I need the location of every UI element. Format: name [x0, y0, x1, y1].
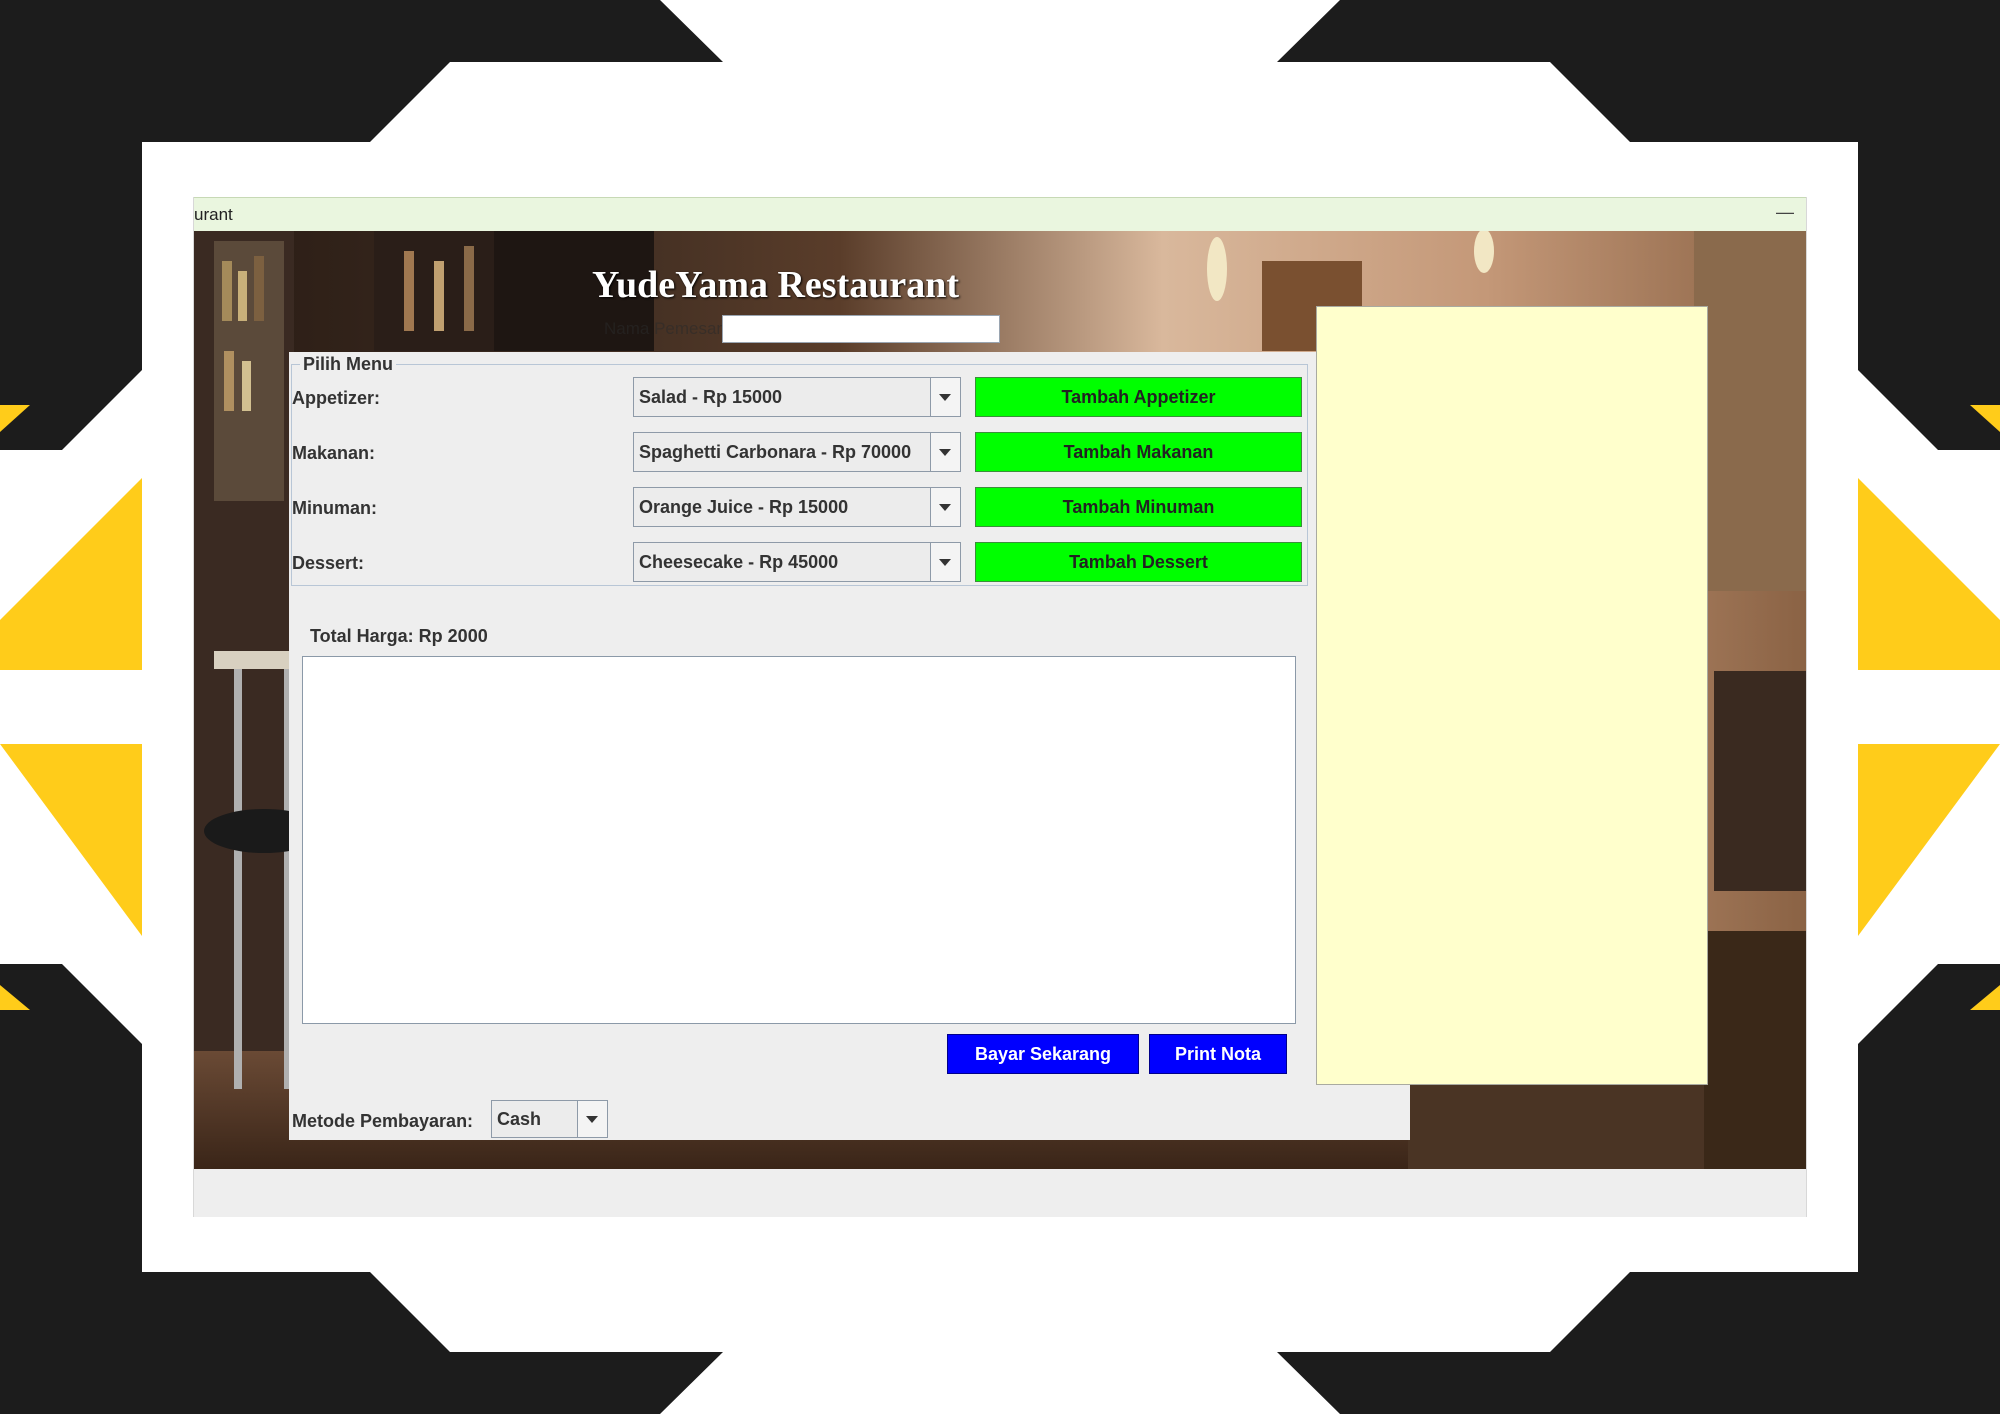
- order-panel: Pilih Menu Appetizer: Salad - Rp 15000 T…: [289, 352, 1410, 1140]
- chevron-down-icon[interactable]: [930, 433, 960, 471]
- add-minuman-button[interactable]: Tambah Minuman: [975, 487, 1302, 527]
- add-makanan-button[interactable]: Tambah Makanan: [975, 432, 1302, 472]
- pay-now-button[interactable]: Bayar Sekarang: [947, 1034, 1139, 1074]
- minuman-dropdown[interactable]: Orange Juice - Rp 15000: [633, 487, 961, 527]
- makanan-label: Makanan:: [292, 443, 376, 463]
- chevron-down-icon[interactable]: [577, 1101, 607, 1137]
- dessert-dropdown[interactable]: Cheesecake - Rp 45000: [633, 542, 961, 582]
- minuman-selected-value: Orange Juice - Rp 15000: [639, 497, 849, 517]
- total-price-label: Total Harga: Rp 2000: [310, 626, 488, 646]
- chevron-down-icon[interactable]: [930, 378, 960, 416]
- appetizer-dropdown[interactable]: Salad - Rp 15000: [633, 377, 961, 417]
- window-title: urant: [194, 205, 233, 224]
- appetizer-selected-value: Salad - Rp 15000: [639, 387, 783, 407]
- window-bottom-bar: [194, 1169, 1806, 1217]
- minimize-icon[interactable]: —: [1776, 202, 1794, 223]
- menu-group-title: Pilih Menu: [300, 354, 396, 375]
- title-bar[interactable]: urant —: [194, 197, 1806, 231]
- payment-method-label: Metode Pembayaran:: [292, 1111, 474, 1131]
- app-window: urant — YudeYama Restaurant Nama Pemesan…: [193, 197, 1807, 1217]
- add-dessert-button[interactable]: Tambah Dessert: [975, 542, 1302, 582]
- minuman-label: Minuman:: [292, 498, 377, 518]
- makanan-dropdown[interactable]: Spaghetti Carbonara - Rp 70000: [633, 432, 961, 472]
- customer-name-input[interactable]: [722, 315, 1000, 343]
- dessert-selected-value: Cheesecake - Rp 45000: [639, 552, 839, 572]
- restaurant-title: YudeYama Restaurant: [592, 264, 960, 306]
- order-summary-area: Total Harga: Rp 2000 Bayar Sekarang Prin…: [300, 616, 1300, 1080]
- chevron-down-icon[interactable]: [930, 488, 960, 526]
- receipt-panel: [1316, 306, 1708, 1085]
- dessert-label: Dessert:: [292, 553, 365, 573]
- customer-name-label: Nama Pemesan: [604, 319, 726, 338]
- appetizer-label: Appetizer:: [292, 388, 381, 408]
- order-list-textarea[interactable]: [302, 656, 1296, 1024]
- chevron-down-icon[interactable]: [930, 543, 960, 581]
- payment-method-dropdown[interactable]: Cash: [491, 1100, 608, 1138]
- payment-method-selected-value: Cash: [497, 1109, 542, 1129]
- payment-method-row: Metode Pembayaran: Cash: [289, 1094, 1410, 1148]
- add-appetizer-button[interactable]: Tambah Appetizer: [975, 377, 1302, 417]
- print-receipt-button[interactable]: Print Nota: [1149, 1034, 1287, 1074]
- makanan-selected-value: Spaghetti Carbonara - Rp 70000: [639, 442, 912, 462]
